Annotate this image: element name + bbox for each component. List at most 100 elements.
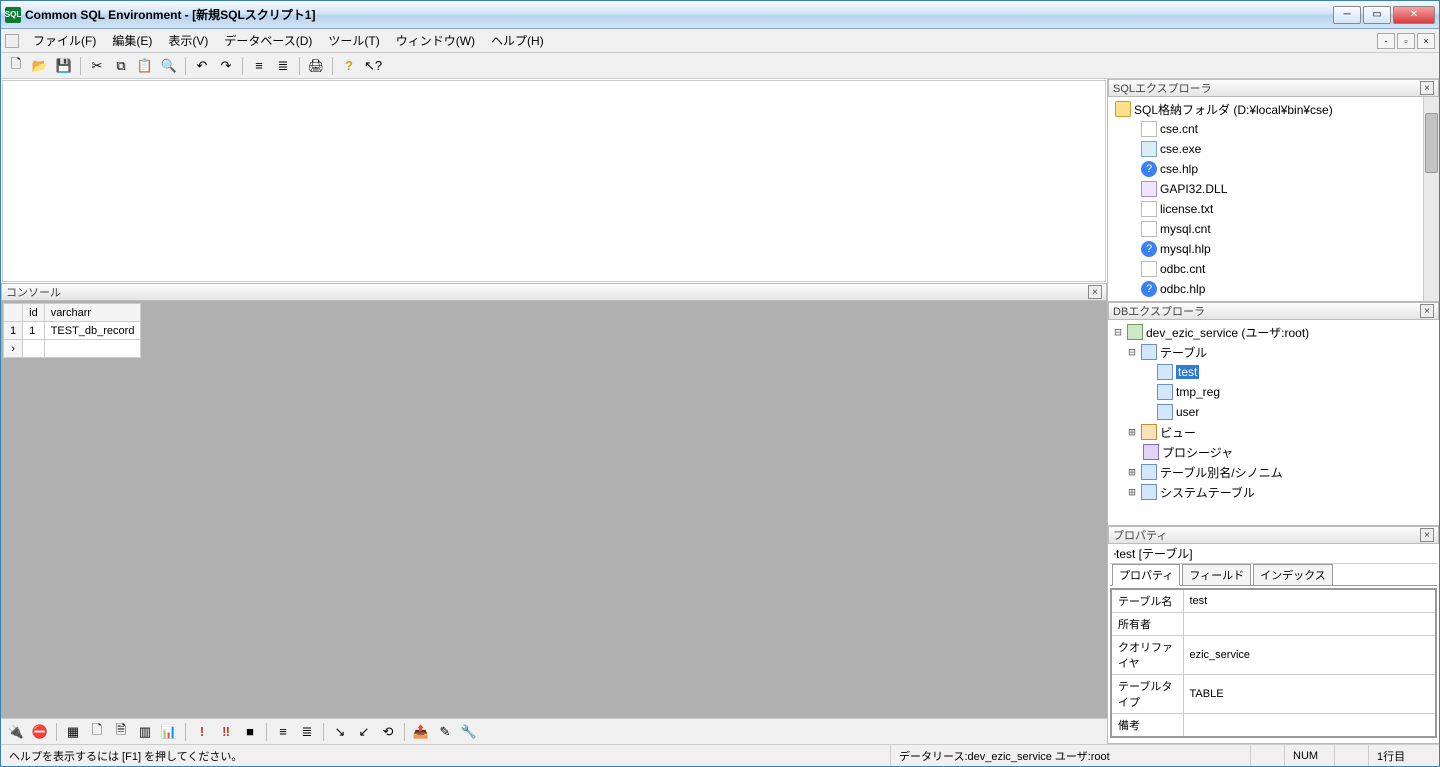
file-cse-hlp[interactable]: ?cse.hlp	[1112, 159, 1435, 179]
left-column: コンソール × id varcharr 1 1 TEST_db_recor	[1, 79, 1107, 744]
cut-icon[interactable]: ✂	[86, 55, 108, 77]
indent-left-icon[interactable]: ≡	[248, 55, 270, 77]
console-title: コンソール	[6, 284, 61, 300]
file-odbc-cnt[interactable]: odbc.cnt	[1112, 259, 1435, 279]
views-node[interactable]: ⊞ビュー	[1112, 422, 1435, 442]
file-mysql-hlp[interactable]: ?mysql.hlp	[1112, 239, 1435, 259]
filter-icon[interactable]: ✎	[434, 721, 456, 743]
col-id[interactable]: id	[23, 304, 45, 322]
sql-explorer-close-button[interactable]: ×	[1420, 81, 1434, 95]
menu-help[interactable]: ヘルプ(H)	[483, 30, 552, 51]
sql-explorer-panel: SQLエクスプローラ × SQL格納フォルダ (D:¥local¥bin¥cse…	[1108, 79, 1439, 302]
scrollbar-thumb[interactable]	[1425, 113, 1438, 173]
file-mysql-cnt[interactable]: mysql.cnt	[1112, 219, 1435, 239]
new-script-icon[interactable]: 🗋	[86, 721, 108, 743]
menu-view[interactable]: 表示(V)	[160, 30, 216, 51]
connect-icon[interactable]: 🔌	[5, 721, 27, 743]
sql-explorer-header: SQLエクスプローラ ×	[1108, 79, 1439, 97]
sql-explorer-scrollbar[interactable]	[1423, 97, 1439, 301]
explain-icon[interactable]: 🗎	[110, 721, 132, 743]
file-icon	[1141, 201, 1157, 217]
table-tmp-reg[interactable]: tmp_reg	[1112, 382, 1435, 402]
menu-file[interactable]: ファイル(F)	[25, 30, 104, 51]
file-gapi32-dll[interactable]: GAPI32.DLL	[1112, 179, 1435, 199]
cell-id[interactable]: 1	[23, 322, 45, 340]
window-title: Common SQL Environment - [新規SQLスクリプト1]	[25, 6, 1333, 23]
procs-node[interactable]: プロシージャ	[1112, 442, 1435, 462]
file-cse-cnt[interactable]: cse.cnt	[1112, 119, 1435, 139]
transaction-icon[interactable]: ⟲	[377, 721, 399, 743]
maximize-button[interactable]: ▭	[1363, 6, 1391, 24]
aliases-node[interactable]: ⊞テーブル別名/シノニム	[1112, 462, 1435, 482]
col-varcharr[interactable]: varcharr	[44, 304, 141, 322]
console-body[interactable]: id varcharr 1 1 TEST_db_record ›	[1, 301, 1107, 718]
status-num: NUM	[1285, 745, 1335, 766]
properties-close-button[interactable]: ×	[1420, 528, 1434, 542]
file-icon	[1141, 221, 1157, 237]
file-cse-exe[interactable]: cse.exe	[1112, 139, 1435, 159]
mdi-minimize-button[interactable]: -	[1377, 33, 1395, 49]
table-row[interactable]: 1 1 TEST_db_record	[4, 322, 141, 340]
menu-edit[interactable]: 編集(E)	[104, 30, 160, 51]
tab-property[interactable]: プロパティ	[1112, 564, 1180, 586]
tab-field[interactable]: フィールド	[1182, 564, 1251, 585]
grid-icon[interactable]: ▦	[62, 721, 84, 743]
undo-icon[interactable]: ↶	[191, 55, 213, 77]
run-all-icon[interactable]: ‼	[215, 721, 237, 743]
table-icon	[1157, 404, 1173, 420]
paste-icon[interactable]: 📋	[134, 55, 156, 77]
rollback-icon[interactable]: ↙	[353, 721, 375, 743]
minimize-button[interactable]: ─	[1333, 6, 1361, 24]
open-icon[interactable]: 📂	[29, 55, 51, 77]
db-explorer-close-button[interactable]: ×	[1420, 304, 1434, 318]
tab-index[interactable]: インデックス	[1253, 564, 1333, 585]
sql-editor[interactable]	[2, 80, 1106, 282]
cell-varcharr[interactable]: TEST_db_record	[44, 322, 141, 340]
whatsthis-icon[interactable]: ↖?	[362, 55, 384, 77]
help-icon[interactable]: ?	[338, 55, 360, 77]
db-node[interactable]: ⊟dev_ezic_service (ユーザ:root)	[1112, 322, 1435, 342]
mdi-close-button[interactable]: ×	[1417, 33, 1435, 49]
properties-panel: プロパティ × test [テーブル] プロパティ フィールド インデックス テ…	[1108, 526, 1439, 744]
commit-icon[interactable]: ↘	[329, 721, 351, 743]
sql-explorer-body[interactable]: SQL格納フォルダ (D:¥local¥bin¥cse) cse.cnt cse…	[1108, 97, 1439, 301]
disconnect-icon[interactable]: ⛔	[29, 721, 51, 743]
db-explorer-body[interactable]: ⊟dev_ezic_service (ユーザ:root) ⊟テーブル test …	[1108, 320, 1439, 525]
file-odbc-hlp[interactable]: ?odbc.hlp	[1112, 279, 1435, 299]
file-license-txt[interactable]: license.txt	[1112, 199, 1435, 219]
table-icon	[1157, 364, 1173, 380]
export-icon[interactable]: 📤	[410, 721, 432, 743]
table-user[interactable]: user	[1112, 402, 1435, 422]
indent-right-icon[interactable]: ≣	[272, 55, 294, 77]
console-close-button[interactable]: ×	[1088, 285, 1102, 299]
dll-icon	[1141, 181, 1157, 197]
chart-icon[interactable]: 📊	[158, 721, 180, 743]
menu-window[interactable]: ウィンドウ(W)	[388, 30, 483, 51]
format2-icon[interactable]: ≣	[296, 721, 318, 743]
sql-explorer-title: SQLエクスプローラ	[1113, 80, 1212, 96]
helpfile-icon: ?	[1141, 241, 1157, 257]
menu-database[interactable]: データベース(D)	[216, 30, 320, 51]
redo-icon[interactable]: ↷	[215, 55, 237, 77]
find-icon[interactable]: 🔍	[158, 55, 180, 77]
print-icon[interactable]: 🖨	[305, 55, 327, 77]
copy-icon[interactable]: ⧉	[110, 55, 132, 77]
tool-icon[interactable]: 🔧	[458, 721, 480, 743]
stop-icon[interactable]: ■	[239, 721, 261, 743]
output-icon[interactable]: ▥	[134, 721, 156, 743]
statusbar: ヘルプを表示するには [F1] を押してください。 データリース:dev_ezi…	[1, 744, 1439, 766]
status-help: ヘルプを表示するには [F1] を押してください。	[1, 745, 891, 766]
table-test[interactable]: test	[1112, 362, 1435, 382]
table-row-empty[interactable]: ›	[4, 340, 141, 358]
mdi-system-icon[interactable]	[5, 34, 19, 48]
tables-node[interactable]: ⊟テーブル	[1112, 342, 1435, 362]
mdi-restore-button[interactable]: ▫	[1397, 33, 1415, 49]
save-icon[interactable]: 💾	[53, 55, 75, 77]
systables-node[interactable]: ⊞システムテーブル	[1112, 482, 1435, 502]
tree-root-folder[interactable]: SQL格納フォルダ (D:¥local¥bin¥cse)	[1112, 99, 1435, 119]
new-icon[interactable]: 🗋	[5, 55, 27, 77]
close-button[interactable]: ✕	[1393, 6, 1435, 24]
menu-tool[interactable]: ツール(T)	[320, 30, 387, 51]
format-icon[interactable]: ≡	[272, 721, 294, 743]
run-icon[interactable]: !	[191, 721, 213, 743]
